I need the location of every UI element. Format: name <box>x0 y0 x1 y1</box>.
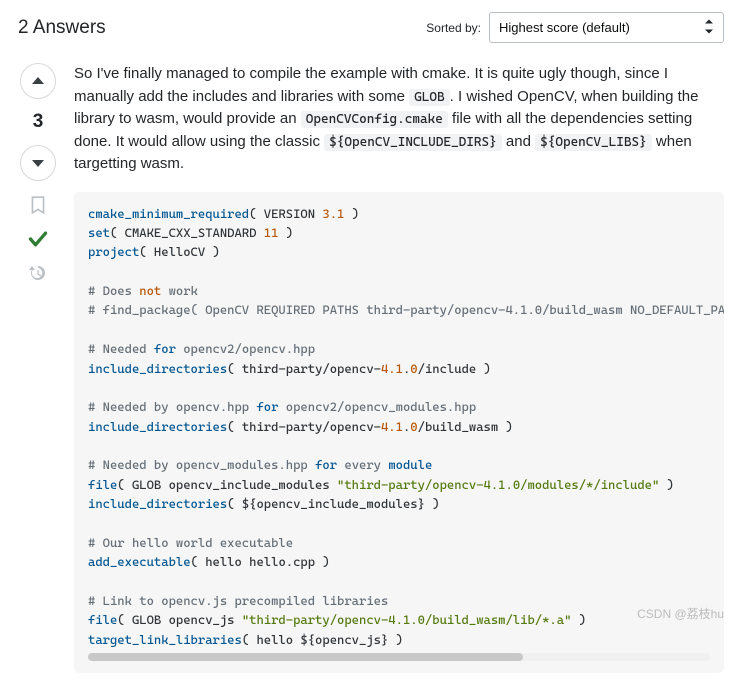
history-icon <box>28 263 48 283</box>
answer-body: So I've finally managed to compile the e… <box>74 63 724 673</box>
inline-code: OpenCVConfig.cmake <box>301 111 448 128</box>
downvote-button[interactable] <box>20 145 56 181</box>
accepted-answer-indicator <box>28 229 48 249</box>
code-block[interactable]: cmake_minimum_required( VERSION 3.1 ) se… <box>74 192 724 674</box>
sort-label: Sorted by: <box>426 21 481 35</box>
answer-paragraph: So I've finally managed to compile the e… <box>74 63 724 176</box>
vote-score: 3 <box>33 111 44 133</box>
bookmark-icon <box>28 195 48 215</box>
scrollbar-thumb[interactable] <box>88 653 523 661</box>
answer: 3 So I've finally managed to compile the… <box>18 63 724 673</box>
horizontal-scrollbar[interactable] <box>88 653 710 661</box>
sort-control: Sorted by: Highest score (default) <box>426 12 724 43</box>
checkmark-icon <box>28 229 48 249</box>
answers-header: 2 Answers Sorted by: Highest score (defa… <box>18 12 724 43</box>
upvote-button[interactable] <box>20 63 56 99</box>
sort-select[interactable]: Highest score (default) <box>489 12 724 43</box>
caret-up-icon <box>31 74 45 88</box>
history-button[interactable] <box>28 263 48 283</box>
inline-code: ${OpenCV_INCLUDE_DIRS} <box>324 134 502 151</box>
inline-code: ${OpenCV_LIBS} <box>535 134 652 151</box>
answers-count-title: 2 Answers <box>18 17 106 39</box>
inline-code: GLOB <box>409 89 449 106</box>
bookmark-button[interactable] <box>28 195 48 215</box>
vote-column: 3 <box>18 63 58 673</box>
caret-down-icon <box>31 156 45 170</box>
